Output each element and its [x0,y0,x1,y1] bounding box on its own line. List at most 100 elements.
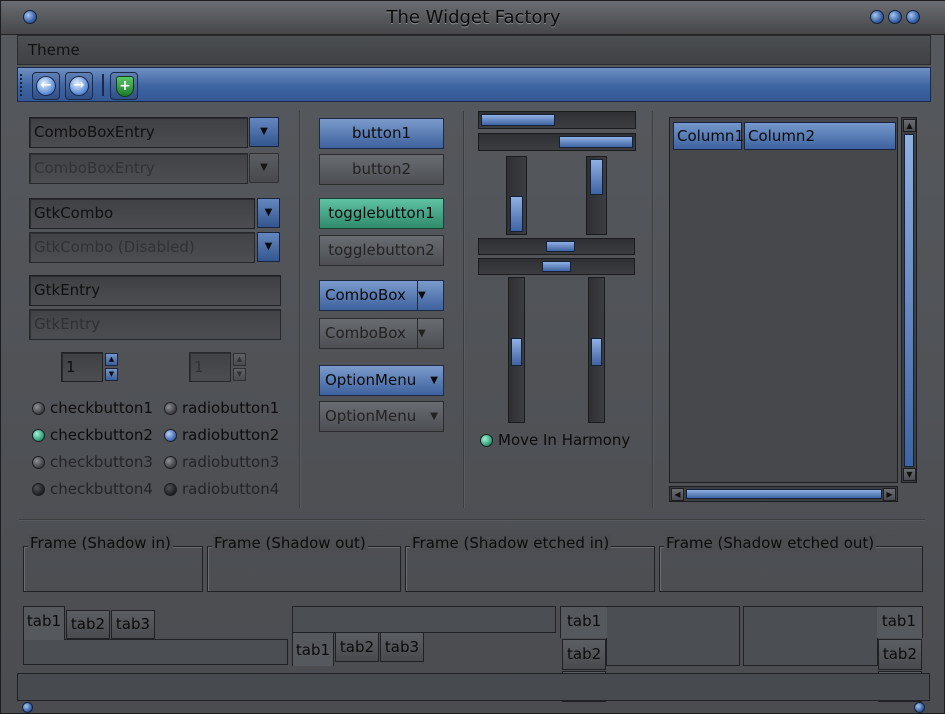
move-in-harmony-label[interactable]: Move In Harmony [498,431,630,449]
vscale-3-slider[interactable] [511,338,522,366]
notebook-top-tab1[interactable]: tab1 [23,606,65,640]
chevron-down-icon: ▼ [417,319,443,348]
hscale-4[interactable] [478,258,635,275]
resize-grip-left-icon[interactable] [22,702,33,713]
scroll-down-arrow-icon[interactable]: ▼ [903,468,916,481]
gtkcombo-disabled-field: GtkCombo (Disabled) [29,232,255,263]
hscale-1-slider[interactable] [481,114,555,126]
frame-shadow-etched-in: Frame (Shadow etched in) [405,534,655,592]
scroll-up-arrow-icon[interactable]: ▲ [903,119,916,132]
column-separator [299,111,301,508]
vscale-1-slider[interactable] [510,196,523,232]
frame-shadow-in: Frame (Shadow in) [23,534,203,592]
hscale-3[interactable] [478,238,635,255]
hscale-1[interactable] [478,111,636,129]
vscale-2-slider[interactable] [590,159,603,195]
checkbutton1-label[interactable]: checkbutton1 [50,399,153,417]
vertical-scrollbar-thumb[interactable] [904,134,914,467]
checkbutton1-indicator[interactable] [32,402,45,415]
radiobutton4-indicator [164,483,177,496]
combobox-button[interactable]: ComboBox ▼ [319,280,444,311]
hscale-3-slider[interactable] [546,241,575,252]
vscale-4[interactable] [588,277,605,423]
hscale-2[interactable] [478,133,636,151]
spin-up-button[interactable]: ▲ [105,353,118,366]
comboboxentry-disabled-dropdown-button: ▼ [249,153,279,183]
notebook-top-tab3[interactable]: tab3 [111,610,155,639]
scroll-left-arrow-icon[interactable]: ◀ [671,488,684,501]
gtkcombo-disabled-dropdown-button: ▼ [257,232,280,262]
scroll-right-arrow-icon[interactable]: ▶ [883,488,896,501]
vscale-2[interactable] [586,156,607,235]
comboboxentry-disabled-field: ComboBoxEntry [29,153,248,184]
notebook-top-tab2[interactable]: tab2 [66,610,110,639]
radiobutton2-indicator[interactable] [164,429,177,442]
gtkentry-field[interactable]: GtkEntry [29,275,281,306]
toolbar: ← → + [17,67,931,102]
radiobutton2-label[interactable]: radiobutton2 [182,426,279,444]
hscale-2-slider[interactable] [559,136,633,148]
toolbar-grip-icon[interactable] [20,74,24,96]
optionmenu-button[interactable]: OptionMenu ▼ [319,365,444,396]
spin-disabled-up-button: ▲ [233,353,246,366]
minimize-icon[interactable] [870,10,884,24]
notebook-right-tab1[interactable]: tab1 [877,606,923,638]
comboboxentry-field[interactable]: ComboBoxEntry [29,117,248,148]
togglebutton1[interactable]: togglebutton1 [319,198,444,229]
comboboxentry-dropdown-button[interactable]: ▼ [249,117,279,147]
checkbutton2-indicator[interactable] [32,429,45,442]
resize-grip-right-icon[interactable] [914,702,925,713]
vscale-1[interactable] [506,156,527,235]
horizontal-scrollbar[interactable]: ◀ ▶ [669,486,898,502]
radiobutton1-indicator[interactable] [164,402,177,415]
column-separator [463,111,465,508]
close-icon[interactable] [906,10,920,24]
forward-button[interactable]: → [65,72,93,100]
column-separator [652,111,654,508]
notebook-right-tab3[interactable]: tab3 [878,671,922,702]
gtkcombo-dropdown-button[interactable]: ▼ [257,198,280,228]
notebook-right-panel [743,606,878,666]
vscale-4-slider[interactable] [591,338,602,366]
frame-shadow-out: Frame (Shadow out) [207,534,401,592]
notebook-left-tab1[interactable]: tab1 [560,606,607,638]
togglebutton2: togglebutton2 [319,235,444,266]
chevron-down-icon: ▼ [417,281,443,310]
optionmenu-label: OptionMenu [325,371,417,389]
notebook-right-tab2[interactable]: tab2 [878,639,922,670]
horizontal-scrollbar-thumb[interactable] [686,489,882,499]
notebook-left-panel [606,606,740,666]
title-bar[interactable]: The Widget Factory [1,1,945,35]
back-button[interactable]: ← [32,72,60,100]
maximize-icon[interactable] [888,10,902,24]
notebook-bottom-tab2[interactable]: tab2 [335,632,379,662]
menu-theme[interactable]: Theme [28,41,80,59]
radiobutton1-label[interactable]: radiobutton1 [182,399,279,417]
checkbutton2-label[interactable]: checkbutton2 [50,426,153,444]
column2-header[interactable]: Column2 [744,122,896,150]
notebook-bottom-panel [292,606,556,633]
frame-shadow-etched-in-label: Frame (Shadow etched in) [410,534,612,552]
checkbutton4-indicator [32,483,45,496]
vertical-scrollbar[interactable]: ▲ ▼ [901,117,917,483]
hscale-4-slider[interactable] [542,261,571,272]
gtkcombo-field[interactable]: GtkCombo [29,198,255,229]
gtkentry-disabled-field: GtkEntry [29,309,281,340]
notebook-left-tab3[interactable]: tab3 [562,671,606,702]
column1-header[interactable]: Column1 [673,122,744,150]
notebook-bottom-tab3[interactable]: tab3 [380,632,424,662]
spin-down-button[interactable]: ▼ [105,368,118,381]
spin-button-disabled-field: 1 [189,352,231,382]
vscale-3[interactable] [508,277,525,423]
notebook-top-panel [23,639,288,665]
notebook-bottom-tab1[interactable]: tab1 [292,632,334,666]
button1[interactable]: button1 [319,118,444,149]
move-in-harmony-indicator[interactable] [480,434,493,447]
tree-view[interactable]: Column1 Column2 [669,117,898,483]
frame-shadow-in-label: Frame (Shadow in) [28,534,173,552]
checkbutton3-label: checkbutton3 [50,453,153,471]
notebook-left-tab2[interactable]: tab2 [562,639,606,670]
optionmenu-disabled-button: OptionMenu ▼ [319,401,444,432]
security-button[interactable]: + [110,72,138,100]
spin-button-field[interactable]: 1 [61,352,103,382]
